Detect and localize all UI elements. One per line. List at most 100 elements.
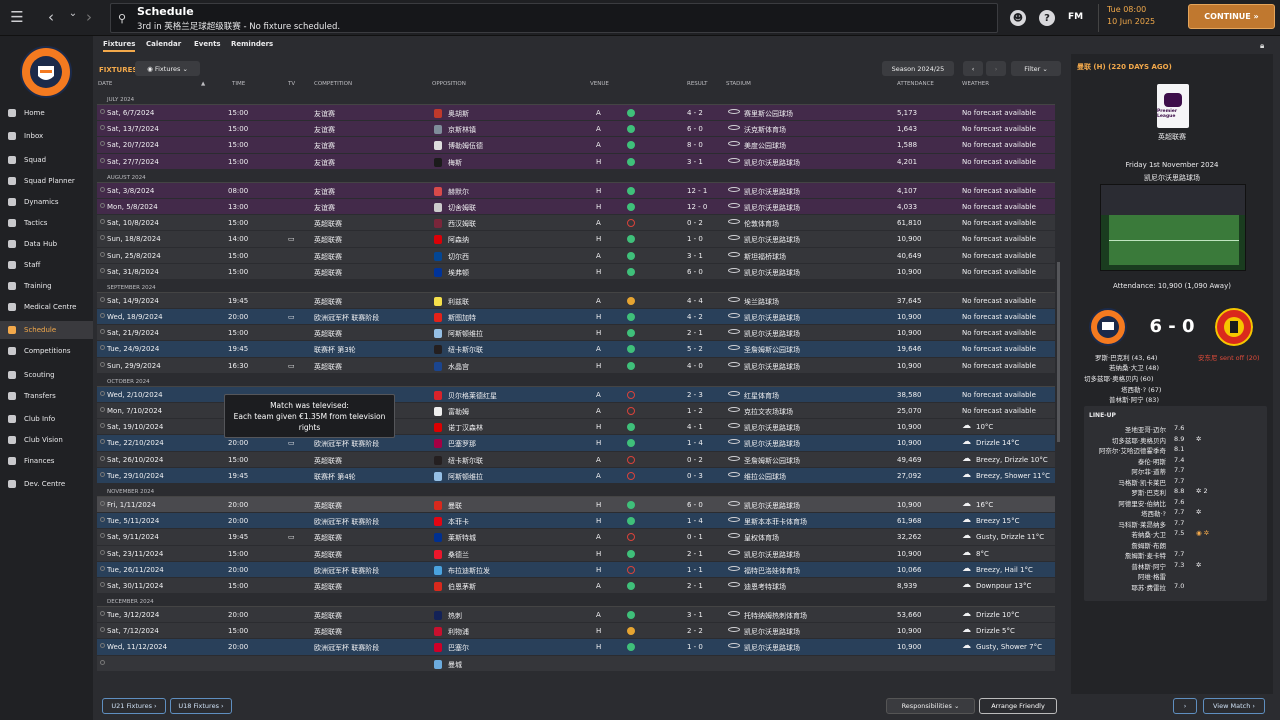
view-match-button[interactable]: View Match › [1203,698,1265,714]
fixture-result[interactable]: 12 - 0 [687,203,707,211]
page-title-box[interactable]: ⚲ Schedule 3rd in 英格兰足球超级联赛 - No fixture… [110,3,998,33]
col-stadium[interactable]: STADIUM [726,81,751,87]
sidebar-item-data-hub[interactable]: Data Hub [0,235,93,253]
fixture-row[interactable]: Sat, 6/7/2024 15:00 友谊赛 奥胡斯 A 4 - 2 赛里斯公园球场 5,1… [97,105,1055,122]
fixture-opposition[interactable]: 纽卡斯尔联 [448,345,483,355]
fixture-result[interactable]: 6 - 0 [687,125,703,133]
lineup-player[interactable]: 罗斯·巴克利 8.8 ✲ 2 [1084,487,1267,497]
panel-stadium[interactable]: 凯尼尔沃思路球场 [1071,173,1273,183]
sidebar-item-club-vision[interactable]: Club Vision [0,431,93,449]
lineup-player[interactable]: 切多兹耶·奥格贝内 8.9 ✲ [1084,435,1267,445]
fixture-result[interactable]: 3 - 1 [687,611,703,619]
fixture-opposition[interactable]: 布拉迪斯拉发 [448,566,490,576]
col-result[interactable]: RESULT [687,81,707,87]
fixture-stadium[interactable]: 凯尼尔沃思路球场 [744,235,800,245]
fixture-competition[interactable]: 友谊赛 [314,158,335,168]
fixture-result[interactable]: 2 - 1 [687,550,703,558]
fixture-competition[interactable]: 英超联赛 [314,362,342,372]
fixture-competition[interactable]: 英超联赛 [314,456,342,466]
lineup-player[interactable]: 阿尔菲·道蒂 7.7 [1084,466,1267,476]
sidebar-item-tactics[interactable]: Tactics [0,214,93,232]
fixture-opposition[interactable]: 切舍姆联 [448,203,476,213]
tv-icon[interactable]: ▭ [288,235,295,243]
responsibilities-button[interactable]: Responsibilities ⌄ [886,698,975,714]
fixture-row[interactable]: Sat, 14/9/2024 19:45 英超联赛 利兹联 A 4 - 4 埃兰路球场 37,… [97,292,1055,310]
fixture-competition[interactable]: 欧洲冠军杯 联赛阶段 [314,566,379,576]
fixture-row[interactable]: Sat, 27/7/2024 15:00 友谊赛 梅斯 H 3 - 1 凯尼尔沃思路球场 4,… [97,153,1055,170]
lineup-player[interactable]: 塔西勒·? 7.7 ✲ [1084,508,1267,518]
fixture-stadium[interactable]: 圣詹姆斯公园球场 [744,456,800,466]
lineup-player[interactable]: 耶苏·费雷拉 7.0 [1084,582,1267,592]
fixture-result[interactable]: 3 - 1 [687,252,703,260]
fixture-stadium[interactable]: 凯尼尔沃思路球场 [744,313,800,323]
fixture-stadium[interactable]: 克拉文农场球场 [744,407,793,417]
fixture-competition[interactable]: 联赛杯 第4轮 [314,472,356,482]
fixture-result[interactable]: 4 - 2 [687,313,703,321]
lineup-player[interactable]: 若纳桑·大卫 7.5 ◉ ✲ [1084,529,1267,539]
fixture-competition[interactable]: 英超联赛 [314,550,342,560]
fixture-competition[interactable]: 友谊赛 [314,141,335,151]
lineup-player[interactable]: 马科斯·莱昂纳多 7.7 [1084,519,1267,529]
fixture-result[interactable]: 0 - 2 [687,219,703,227]
tv-icon[interactable]: ▭ [288,362,295,370]
lineup-player[interactable]: 泰伦·明斯 7.4 [1084,456,1267,466]
fixture-competition[interactable]: 英超联赛 [314,329,342,339]
filter-button[interactable]: Filter ⌄ [1011,61,1061,76]
col-time[interactable]: TIME [232,81,245,87]
fixture-opposition[interactable]: 诺丁汉森林 [448,423,483,433]
col-attendance[interactable]: ATTENDANCE [897,81,934,87]
fixture-stadium[interactable]: 凯尼尔沃思路球场 [744,187,800,197]
fixture-opposition[interactable]: 京斯林镇 [448,125,476,135]
lineup-player[interactable]: 阿奈尔·艾哈迈德霍季奇 8.1 [1084,445,1267,455]
fixture-row[interactable]: Tue, 26/11/2024 20:00 欧洲冠军杯 联赛阶段 布拉迪斯拉发 H 1 -… [97,561,1055,578]
home-scorer[interactable]: 若纳桑·大卫 (48) [1109,362,1159,372]
fixture-stadium[interactable]: 埃兰路球场 [744,297,779,307]
fixture-row[interactable]: 曼城 [97,655,1055,672]
sidebar-item-home[interactable]: Home [0,104,93,122]
fixture-row[interactable]: Sat, 30/11/2024 15:00 英超联赛 伯恩茅斯 A 2 - 1 迪恩考特球场… [97,577,1055,595]
fixture-competition[interactable]: 联赛杯 第3轮 [314,345,356,355]
fixture-competition[interactable]: 英超联赛 [314,501,342,511]
tv-icon[interactable]: ▭ [288,313,295,321]
tv-icon[interactable]: ▭ [288,439,295,447]
fixture-opposition[interactable]: 奥胡斯 [448,109,469,119]
fixture-row[interactable]: Mon, 5/8/2024 13:00 友谊赛 切舍姆联 H 12 - 0 凯尼尔沃思路球场… [97,198,1055,216]
fixture-competition[interactable]: 英超联赛 [314,297,342,307]
lineup-player[interactable]: 阿德里安·伯纳比 7.6 [1084,498,1267,508]
forward-arrow-icon[interactable]: › [78,6,100,28]
fixture-row[interactable]: Sun, 29/9/2024 16:30 ▭ 英超联赛 水晶宫 H 4 - 0 凯尼尔沃思路球… [97,357,1055,374]
sidebar-item-dynamics[interactable]: Dynamics [0,193,93,211]
fixture-opposition[interactable]: 本菲卡 [448,517,469,527]
scrollbar-thumb[interactable] [1057,262,1060,442]
fixture-result[interactable]: 1 - 0 [687,235,703,243]
fixture-opposition[interactable]: 赫默尔 [448,187,469,197]
fixture-stadium[interactable]: 凯尼尔沃思路球场 [744,643,800,653]
fixture-result[interactable]: 8 - 0 [687,141,703,149]
fixture-opposition[interactable]: 埃弗顿 [448,268,469,278]
fixture-result[interactable]: 0 - 2 [687,456,703,464]
fixture-stadium[interactable]: 圣詹姆斯公园球场 [744,345,800,355]
fixture-row[interactable]: Tue, 24/9/2024 19:45 联赛杯 第3轮 纽卡斯尔联 A 5 - 2 圣詹姆… [97,341,1055,358]
fixture-row[interactable]: Sat, 20/7/2024 15:00 友谊赛 博勒姆伍德 A 8 - 0 美度公园球场 1… [97,137,1055,154]
col-opposition[interactable]: OPPOSITION [432,81,466,87]
fixture-row[interactable]: Tue, 5/11/2024 20:00 欧洲冠军杯 联赛阶段 本菲卡 H 1 - 4 里斯… [97,513,1055,530]
fixture-row[interactable]: Fri, 1/11/2024 20:00 英超联赛 曼联 H 6 - 0 凯尼尔沃思路球场 1… [97,496,1055,514]
fixture-opposition[interactable]: 利物浦 [448,627,469,637]
fixture-opposition[interactable]: 曼城 [448,660,462,670]
fixture-opposition[interactable]: 切尔西 [448,252,469,262]
fixture-stadium[interactable]: 凯尼尔沃思路球场 [744,439,800,449]
col-competition[interactable]: COMPETITION [314,81,352,87]
tv-icon[interactable]: ▭ [288,533,295,541]
fixture-competition[interactable]: 友谊赛 [314,109,335,119]
lineup-player[interactable]: 詹姆斯·布朗 [1084,540,1267,550]
fixture-stadium[interactable]: 凯尼尔沃思路球场 [744,627,800,637]
prev-season-button[interactable]: ‹ [963,61,983,76]
fixture-competition[interactable]: 英超联赛 [314,235,342,245]
fixture-opposition[interactable]: 伯恩茅斯 [448,582,476,592]
lineup-player[interactable]: 普林斯·阿宁 7.3 ✲ [1084,561,1267,571]
fixture-stadium[interactable]: 里斯本本菲卡体育场 [744,517,807,527]
fixture-result[interactable]: 4 - 1 [687,423,703,431]
fixture-row[interactable]: Sun, 25/8/2024 15:00 英超联赛 切尔西 A 3 - 1 斯坦福桥球场 40… [97,247,1055,264]
sidebar-item-club-info[interactable]: Club Info [0,410,93,428]
fixture-stadium[interactable]: 凯尼尔沃思路球场 [744,158,800,168]
